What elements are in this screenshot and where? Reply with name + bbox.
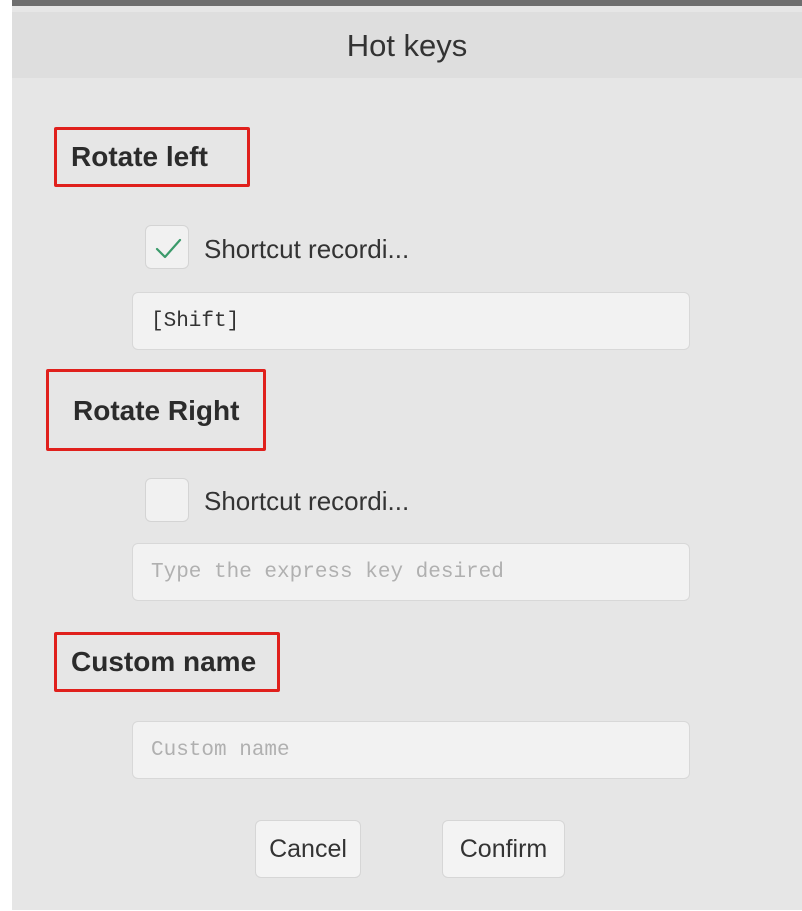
custom-name-label: Custom name — [54, 632, 280, 692]
rotate-left-shortcut-label: Shortcut recordi... — [204, 234, 410, 264]
custom-name-input[interactable] — [132, 721, 690, 779]
rotate-right-key-input[interactable] — [132, 543, 690, 601]
cancel-button[interactable]: Cancel — [255, 820, 361, 878]
check-icon — [155, 238, 182, 259]
confirm-button[interactable]: Confirm — [442, 820, 565, 878]
dialog-title: Hot keys — [346, 28, 468, 63]
rotate-left-key-input[interactable] — [132, 292, 690, 350]
rotate-left-label: Rotate left — [54, 127, 250, 187]
rotate-left-shortcut-checkbox[interactable] — [145, 225, 189, 269]
rotate-right-shortcut-checkbox[interactable] — [145, 478, 189, 522]
hotkeys-dialog: Hot keys Rotate left Shortcut recordi...… — [12, 0, 802, 910]
dialog-titlebar: Hot keys — [12, 12, 802, 78]
rotate-right-label: Rotate Right — [46, 369, 266, 451]
rotate-right-shortcut-label: Shortcut recordi... — [204, 486, 410, 516]
